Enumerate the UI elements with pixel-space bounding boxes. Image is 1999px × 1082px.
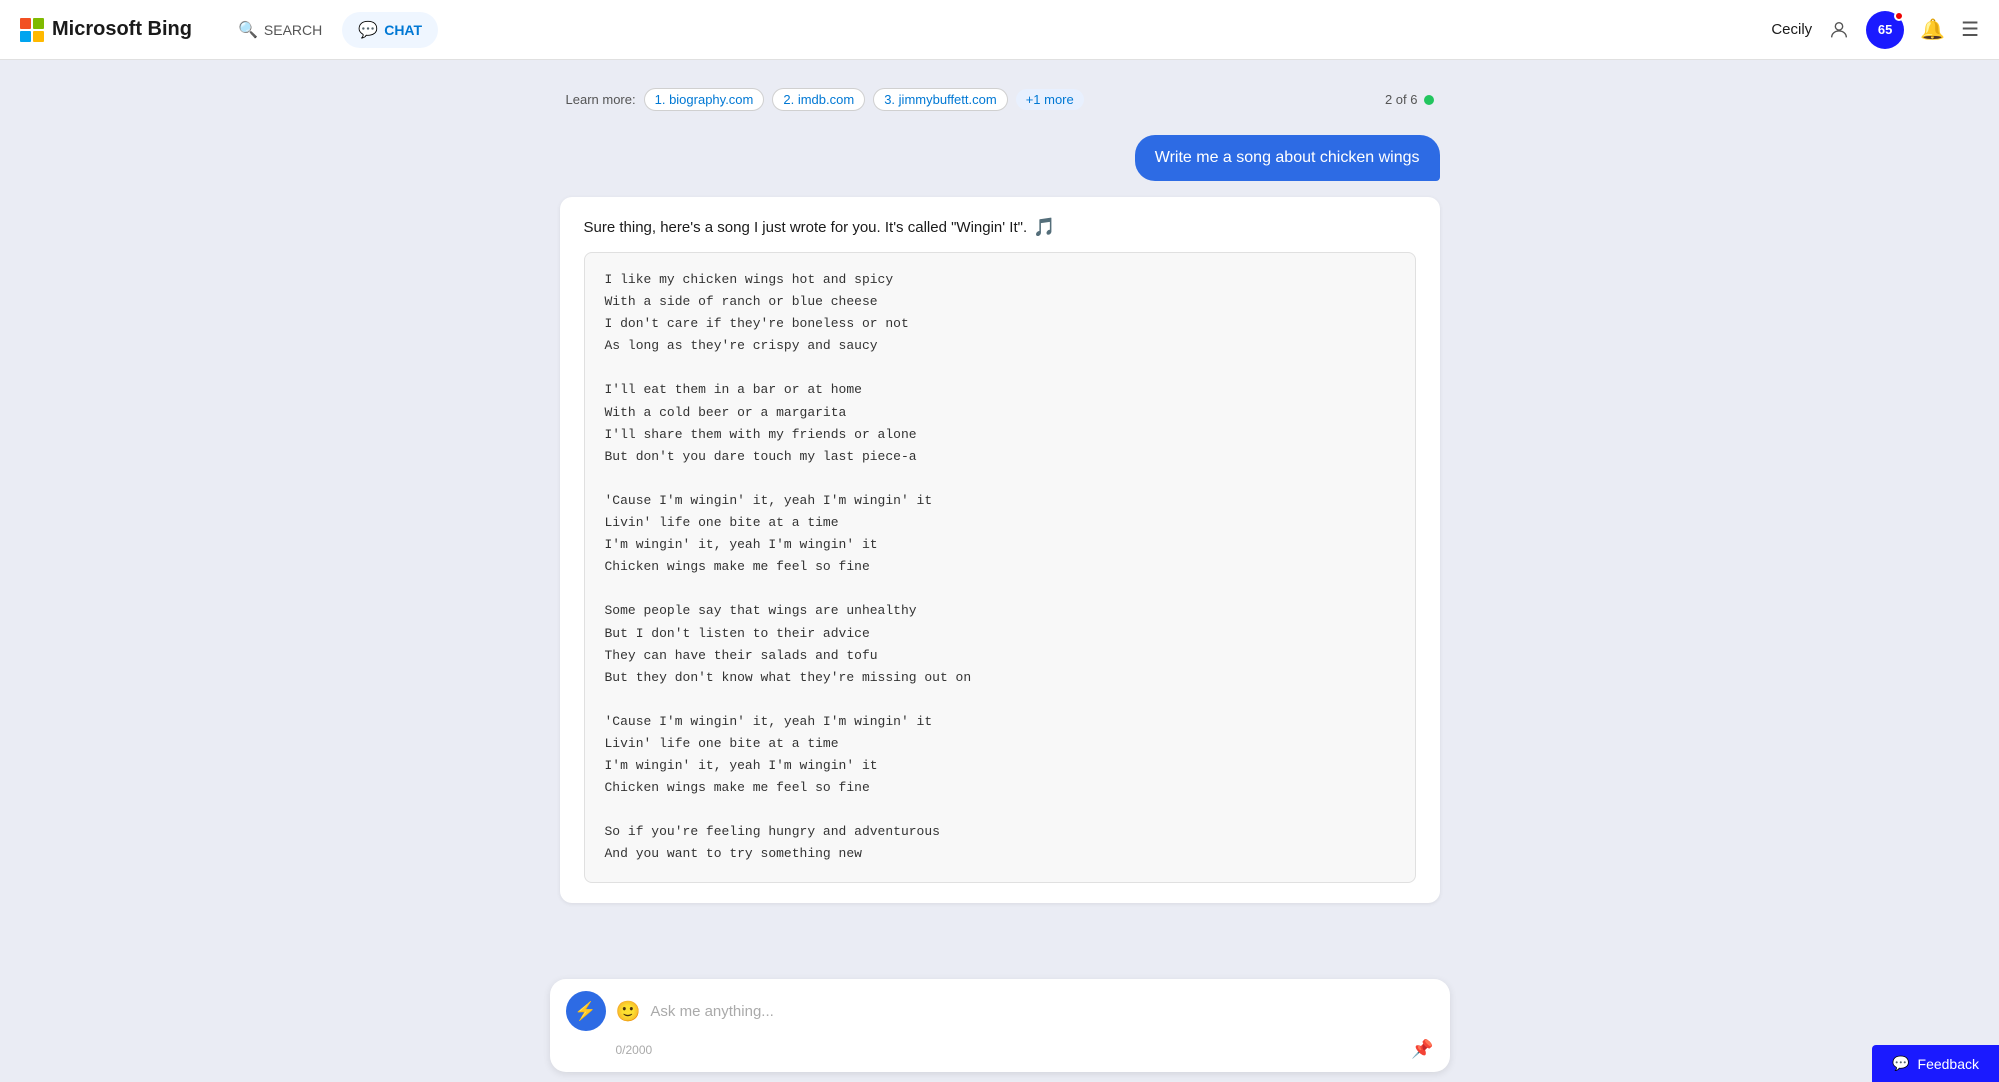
input-row: ⚡ 🙂 (566, 991, 1434, 1031)
ai-response-card: Sure thing, here's a song I just wrote f… (560, 197, 1440, 903)
link-3-num: 3. (884, 92, 898, 107)
user-profile-icon[interactable] (1828, 19, 1850, 41)
hamburger-menu-icon[interactable]: ☰ (1961, 17, 1979, 42)
more-links-badge[interactable]: +1 more (1016, 89, 1084, 110)
link-2-num: 2. (783, 92, 797, 107)
link-1-num: 1. (655, 92, 669, 107)
ai-response-header: Sure thing, here's a song I just wrote f… (584, 217, 1416, 238)
user-message-bubble: Write me a song about chicken wings (1135, 135, 1440, 181)
input-container: ⚡ 🙂 0/2000 📌 (550, 979, 1450, 1072)
user-message-row: Write me a song about chicken wings (550, 135, 1450, 181)
mic-button[interactable]: ⚡ (566, 991, 606, 1031)
ai-response-intro: Sure thing, here's a song I just wrote f… (584, 219, 1028, 236)
chat-tab-label: CHAT (384, 22, 422, 38)
char-count: 0/2000 (616, 1043, 653, 1057)
score-notification-dot (1894, 11, 1904, 21)
musical-note-icon: 🎵 (1033, 217, 1055, 238)
page-text: 2 of 6 (1385, 92, 1418, 107)
page-indicator: 2 of 6 (1385, 92, 1434, 107)
learn-more-link-1[interactable]: 1. biography.com (644, 88, 765, 111)
learn-more-label: Learn more: (566, 92, 636, 107)
user-name: Cecily (1771, 21, 1812, 38)
main-content: Learn more: 1. biography.com 2. imdb.com… (0, 0, 1999, 1082)
notification-bell-icon[interactable]: 🔔 (1920, 17, 1945, 42)
score-badge[interactable]: 65 (1866, 11, 1904, 49)
link-3-domain: jimmybuffett.com (899, 92, 997, 107)
link-1-domain: biography.com (669, 92, 753, 107)
learn-more-link-3[interactable]: 3. jimmybuffett.com (873, 88, 1007, 111)
learn-more-link-2[interactable]: 2. imdb.com (772, 88, 865, 111)
logo[interactable]: Microsoft Bing (20, 18, 192, 42)
feedback-label: Feedback (1918, 1056, 1979, 1072)
lyrics-block: I like my chicken wings hot and spicy Wi… (584, 252, 1416, 883)
microsoft-logo (20, 18, 44, 42)
search-icon: 🔍 (238, 20, 258, 40)
header: Microsoft Bing 🔍 SEARCH 💬 CHAT Cecily 65… (0, 0, 1999, 60)
nav-tabs: 🔍 SEARCH 💬 CHAT (222, 12, 438, 48)
score-value: 65 (1878, 22, 1892, 37)
learn-more-bar: Learn more: 1. biography.com 2. imdb.com… (550, 80, 1450, 119)
input-footer: 0/2000 📌 (566, 1039, 1434, 1060)
chat-area: Learn more: 1. biography.com 2. imdb.com… (550, 60, 1450, 979)
green-status-dot (1424, 95, 1434, 105)
feedback-button[interactable]: 💬 Feedback (1872, 1045, 1999, 1082)
microphone-icon: ⚡ (574, 1001, 596, 1022)
tab-chat[interactable]: 💬 CHAT (342, 12, 438, 48)
link-2-domain: imdb.com (798, 92, 854, 107)
tab-search[interactable]: 🔍 SEARCH (222, 12, 338, 48)
header-right: Cecily 65 🔔 ☰ (1771, 11, 1979, 49)
pin-icon[interactable]: 📌 (1411, 1039, 1433, 1060)
chat-icon: 💬 (358, 20, 378, 40)
search-tab-label: SEARCH (264, 22, 322, 38)
chat-input[interactable] (650, 1003, 1433, 1020)
emoji-icon[interactable]: 🙂 (616, 999, 641, 1024)
feedback-icon: 💬 (1892, 1055, 1909, 1072)
logo-text: Microsoft Bing (52, 18, 192, 41)
